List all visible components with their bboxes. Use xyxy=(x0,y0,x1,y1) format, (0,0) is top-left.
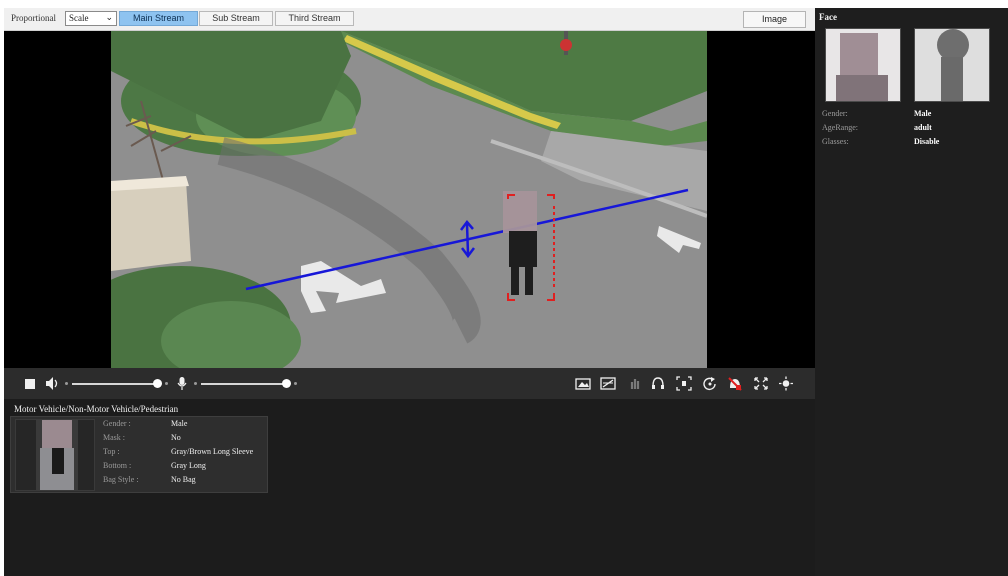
playback-control-bar xyxy=(4,368,815,399)
audio-talk-icon[interactable] xyxy=(650,376,666,391)
scale-select[interactable]: Scale ⌄ xyxy=(65,11,117,26)
microphone-icon[interactable] xyxy=(176,376,188,391)
ptz-icon[interactable] xyxy=(628,376,642,391)
microphone-volume-slider[interactable] xyxy=(201,383,287,385)
lower-panel-title: Motor Vehicle/Non-Motor Vehicle/Pedestri… xyxy=(14,404,179,414)
third-stream-button[interactable]: Third Stream xyxy=(275,11,354,26)
mic-min-dot xyxy=(194,382,197,385)
face-panel: Face Gender: Male AgeRange: adult Glasse… xyxy=(815,8,1008,576)
live-video-frame[interactable] xyxy=(111,31,707,368)
image-button[interactable]: Image xyxy=(743,11,806,28)
main-stream-button[interactable]: Main Stream xyxy=(119,11,198,26)
speaker-volume-slider[interactable] xyxy=(72,383,158,385)
alarm-off-icon[interactable] xyxy=(727,376,743,391)
record-icon[interactable] xyxy=(600,376,616,391)
structured-result-panel: Motor Vehicle/Non-Motor Vehicle/Pedestri… xyxy=(4,399,815,576)
video-area[interactable] xyxy=(4,31,815,368)
stop-icon[interactable] xyxy=(24,376,36,391)
scale-select-value: Scale xyxy=(69,13,89,23)
face-panel-title: Face xyxy=(819,12,837,22)
snapshot-icon[interactable] xyxy=(575,376,591,391)
microphone-volume-thumb[interactable] xyxy=(282,379,291,388)
fullscreen-icon[interactable] xyxy=(753,376,769,391)
volume-max-dot xyxy=(165,382,168,385)
video-toolbar: Proportional Scale ⌄ Main Stream Sub Str… xyxy=(4,8,815,31)
face-snapshot[interactable] xyxy=(825,28,901,102)
face-panorama-snapshot[interactable] xyxy=(914,28,990,102)
rotate-icon[interactable] xyxy=(702,376,718,391)
chevron-down-icon: ⌄ xyxy=(105,13,113,23)
proportional-label: Proportional xyxy=(11,13,56,23)
mic-max-dot xyxy=(294,382,297,385)
speaker-icon[interactable] xyxy=(45,376,59,391)
pedestrian-result-card[interactable]: Gender : Male Mask : No Top : Gray/Brown… xyxy=(10,416,268,493)
volume-min-dot xyxy=(65,382,68,385)
pedestrian-thumbnail[interactable] xyxy=(15,419,95,491)
brightness-icon[interactable] xyxy=(778,376,794,391)
digital-zoom-icon[interactable] xyxy=(676,376,692,391)
sub-stream-button[interactable]: Sub Stream xyxy=(199,11,273,26)
speaker-volume-thumb[interactable] xyxy=(153,379,162,388)
